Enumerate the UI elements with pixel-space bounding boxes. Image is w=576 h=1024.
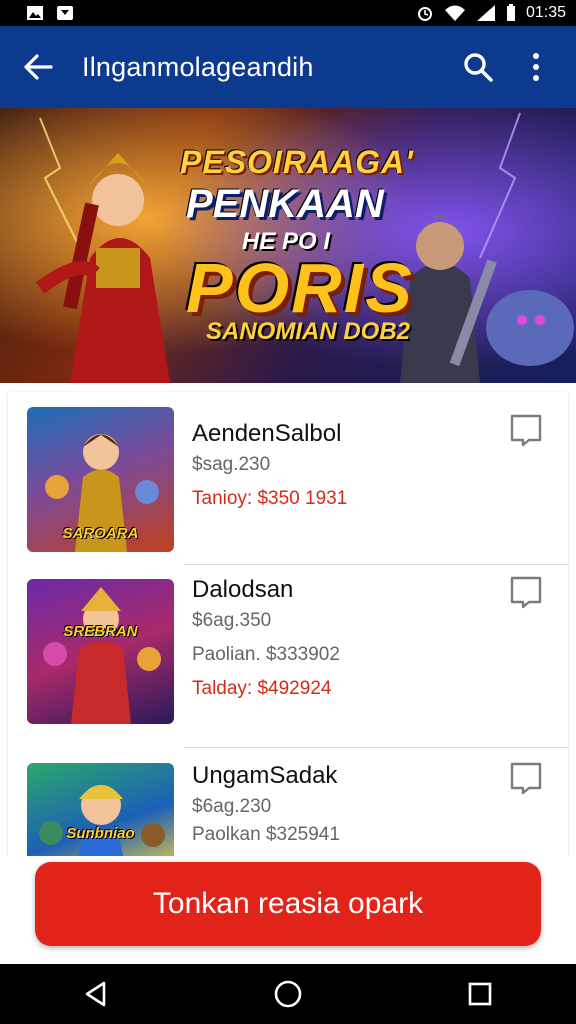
bookmark-button[interactable]: [508, 412, 544, 448]
home-circle-icon: [274, 980, 302, 1008]
game-list: SAROARA AendenSalbol $sag.230 Tanioy: $3…: [8, 392, 568, 877]
game-platform-price: Paolkan $325941: [192, 824, 340, 845]
more-options-button[interactable]: [514, 45, 558, 89]
more-vert-icon: [533, 53, 539, 81]
banner-line-2: PENKAAN: [186, 182, 384, 226]
nav-home-button[interactable]: [258, 964, 318, 1024]
back-triangle-icon: [85, 981, 106, 1007]
game-price: $6ag.350: [192, 610, 272, 631]
status-right: 01:35: [416, 4, 566, 22]
alarm-icon: [416, 4, 434, 22]
game-name: Dalodsan: [192, 576, 294, 603]
system-nav-bar: [0, 964, 576, 1024]
recents-square-icon: [468, 982, 492, 1006]
banner-line-1: PESOIRAAGA': [180, 144, 414, 180]
list-item[interactable]: SAROARA AendenSalbol $sag.230 Tanioy: $3…: [8, 392, 568, 564]
search-icon: [464, 53, 493, 82]
hero-banner[interactable]: PESOIRAAGA' PENKAAN HE PO I PORIS SANOMI…: [0, 108, 576, 383]
thumbnail-label: Sunbniao: [66, 825, 135, 842]
game-price: $sag.230: [192, 454, 271, 475]
back-button[interactable]: [18, 47, 58, 87]
arrow-left-icon: [24, 54, 53, 80]
nav-recents-button[interactable]: [450, 964, 510, 1024]
notification-message-icon: [56, 5, 74, 21]
app-bar: Ilnganmolageandih: [0, 26, 576, 108]
thumbnail-label: SREBRAN: [63, 623, 138, 640]
bookmark-icon: [510, 762, 542, 795]
status-bar: 01:35: [0, 0, 576, 26]
game-today-price: Tanioy: $350 1931: [192, 488, 348, 509]
bookmark-button[interactable]: [508, 574, 544, 610]
game-name: UngamSadak: [192, 762, 338, 789]
list-item[interactable]: SREBRAN Dalodsan $6ag.350 Paolian. $3339…: [8, 564, 568, 736]
game-thumbnail: SAROARA: [27, 407, 174, 552]
signal-icon: [476, 4, 496, 22]
status-left: [26, 5, 74, 21]
game-price: $6ag.230: [192, 796, 272, 817]
battery-icon: [506, 4, 516, 22]
thumbnail-label: SAROARA: [62, 525, 139, 542]
bookmark-icon: [510, 414, 542, 447]
banner-text: PESOIRAAGA' PENKAAN HE PO I PORIS SANOMI…: [0, 108, 576, 383]
status-time: 01:35: [525, 4, 566, 21]
notification-image-icon: [26, 5, 44, 21]
game-name: AendenSalbol: [192, 420, 342, 447]
game-today-price: Talday: $492924: [192, 678, 332, 699]
page-title: Ilnganmolageandih: [82, 51, 314, 82]
bookmark-icon: [510, 576, 542, 609]
banner-line-5: SANOMIAN DOB2: [206, 318, 411, 345]
game-thumbnail: SREBRAN: [27, 579, 174, 724]
search-button[interactable]: [456, 45, 500, 89]
bookmark-button[interactable]: [508, 760, 544, 796]
nav-back-button[interactable]: [66, 964, 126, 1024]
wifi-icon: [444, 4, 466, 22]
game-platform-price: Paolian. $333902: [192, 644, 340, 665]
primary-action-button[interactable]: Tonkan reasia opark: [35, 862, 541, 946]
thumbnail-art: [43, 587, 161, 724]
banner-line-4: PORIS: [186, 249, 414, 327]
